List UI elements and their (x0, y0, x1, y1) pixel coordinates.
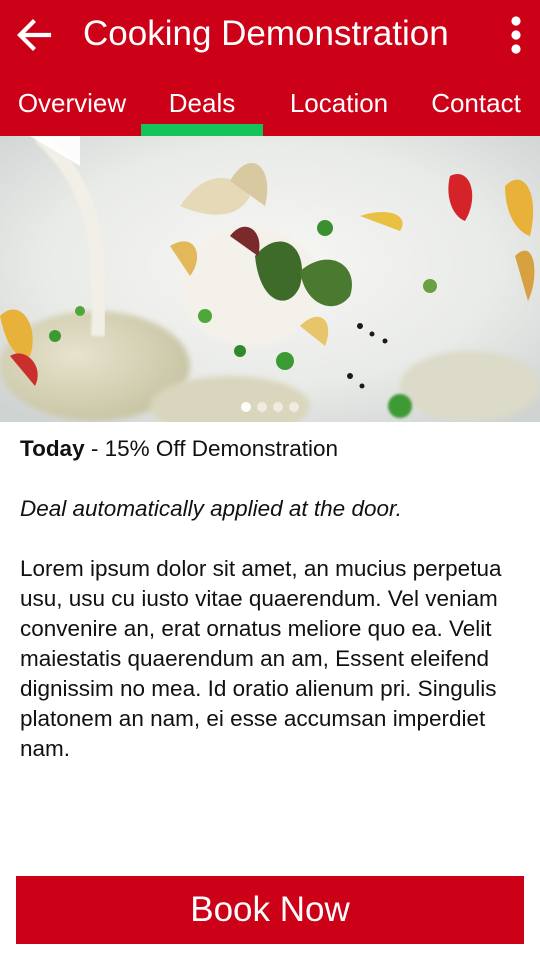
deal-offer: 15% Off Demonstration (104, 436, 339, 461)
back-button[interactable] (10, 11, 58, 59)
overflow-menu-button[interactable] (496, 11, 536, 59)
tab-overview[interactable]: Overview (0, 70, 144, 136)
deal-separator: - (84, 436, 105, 461)
deal-day: Today (20, 436, 85, 461)
tab-location[interactable]: Location (272, 70, 406, 136)
book-now-button[interactable]: Book Now (16, 876, 524, 944)
tab-indicator (141, 124, 263, 136)
arrow-left-icon (17, 19, 52, 51)
tab-contact[interactable]: Contact (414, 70, 538, 136)
more-vertical-icon (511, 16, 521, 54)
carousel-dot[interactable] (289, 402, 299, 412)
hero-image[interactable] (0, 136, 540, 422)
carousel-dot[interactable] (241, 402, 251, 412)
carousel-indicator (0, 402, 540, 416)
deal-headline: Today - 15% Off Demonstration (20, 434, 520, 464)
toolbar: Cooking Demonstration (0, 0, 540, 70)
tab-bar: Overview Deals Location Contact (0, 70, 540, 136)
dish-illustration (0, 136, 540, 422)
carousel-dot[interactable] (273, 402, 283, 412)
page-title: Cooking Demonstration (83, 14, 449, 53)
carousel-dot[interactable] (257, 402, 267, 412)
deal-details: Today - 15% Off Demonstration Deal autom… (20, 434, 520, 764)
app-bar: Cooking Demonstration Overview Deals Loc… (0, 0, 540, 136)
deal-note: Deal automatically applied at the door. (20, 496, 402, 521)
deal-description: Lorem ipsum dolor sit amet, an mucius pe… (20, 556, 502, 761)
